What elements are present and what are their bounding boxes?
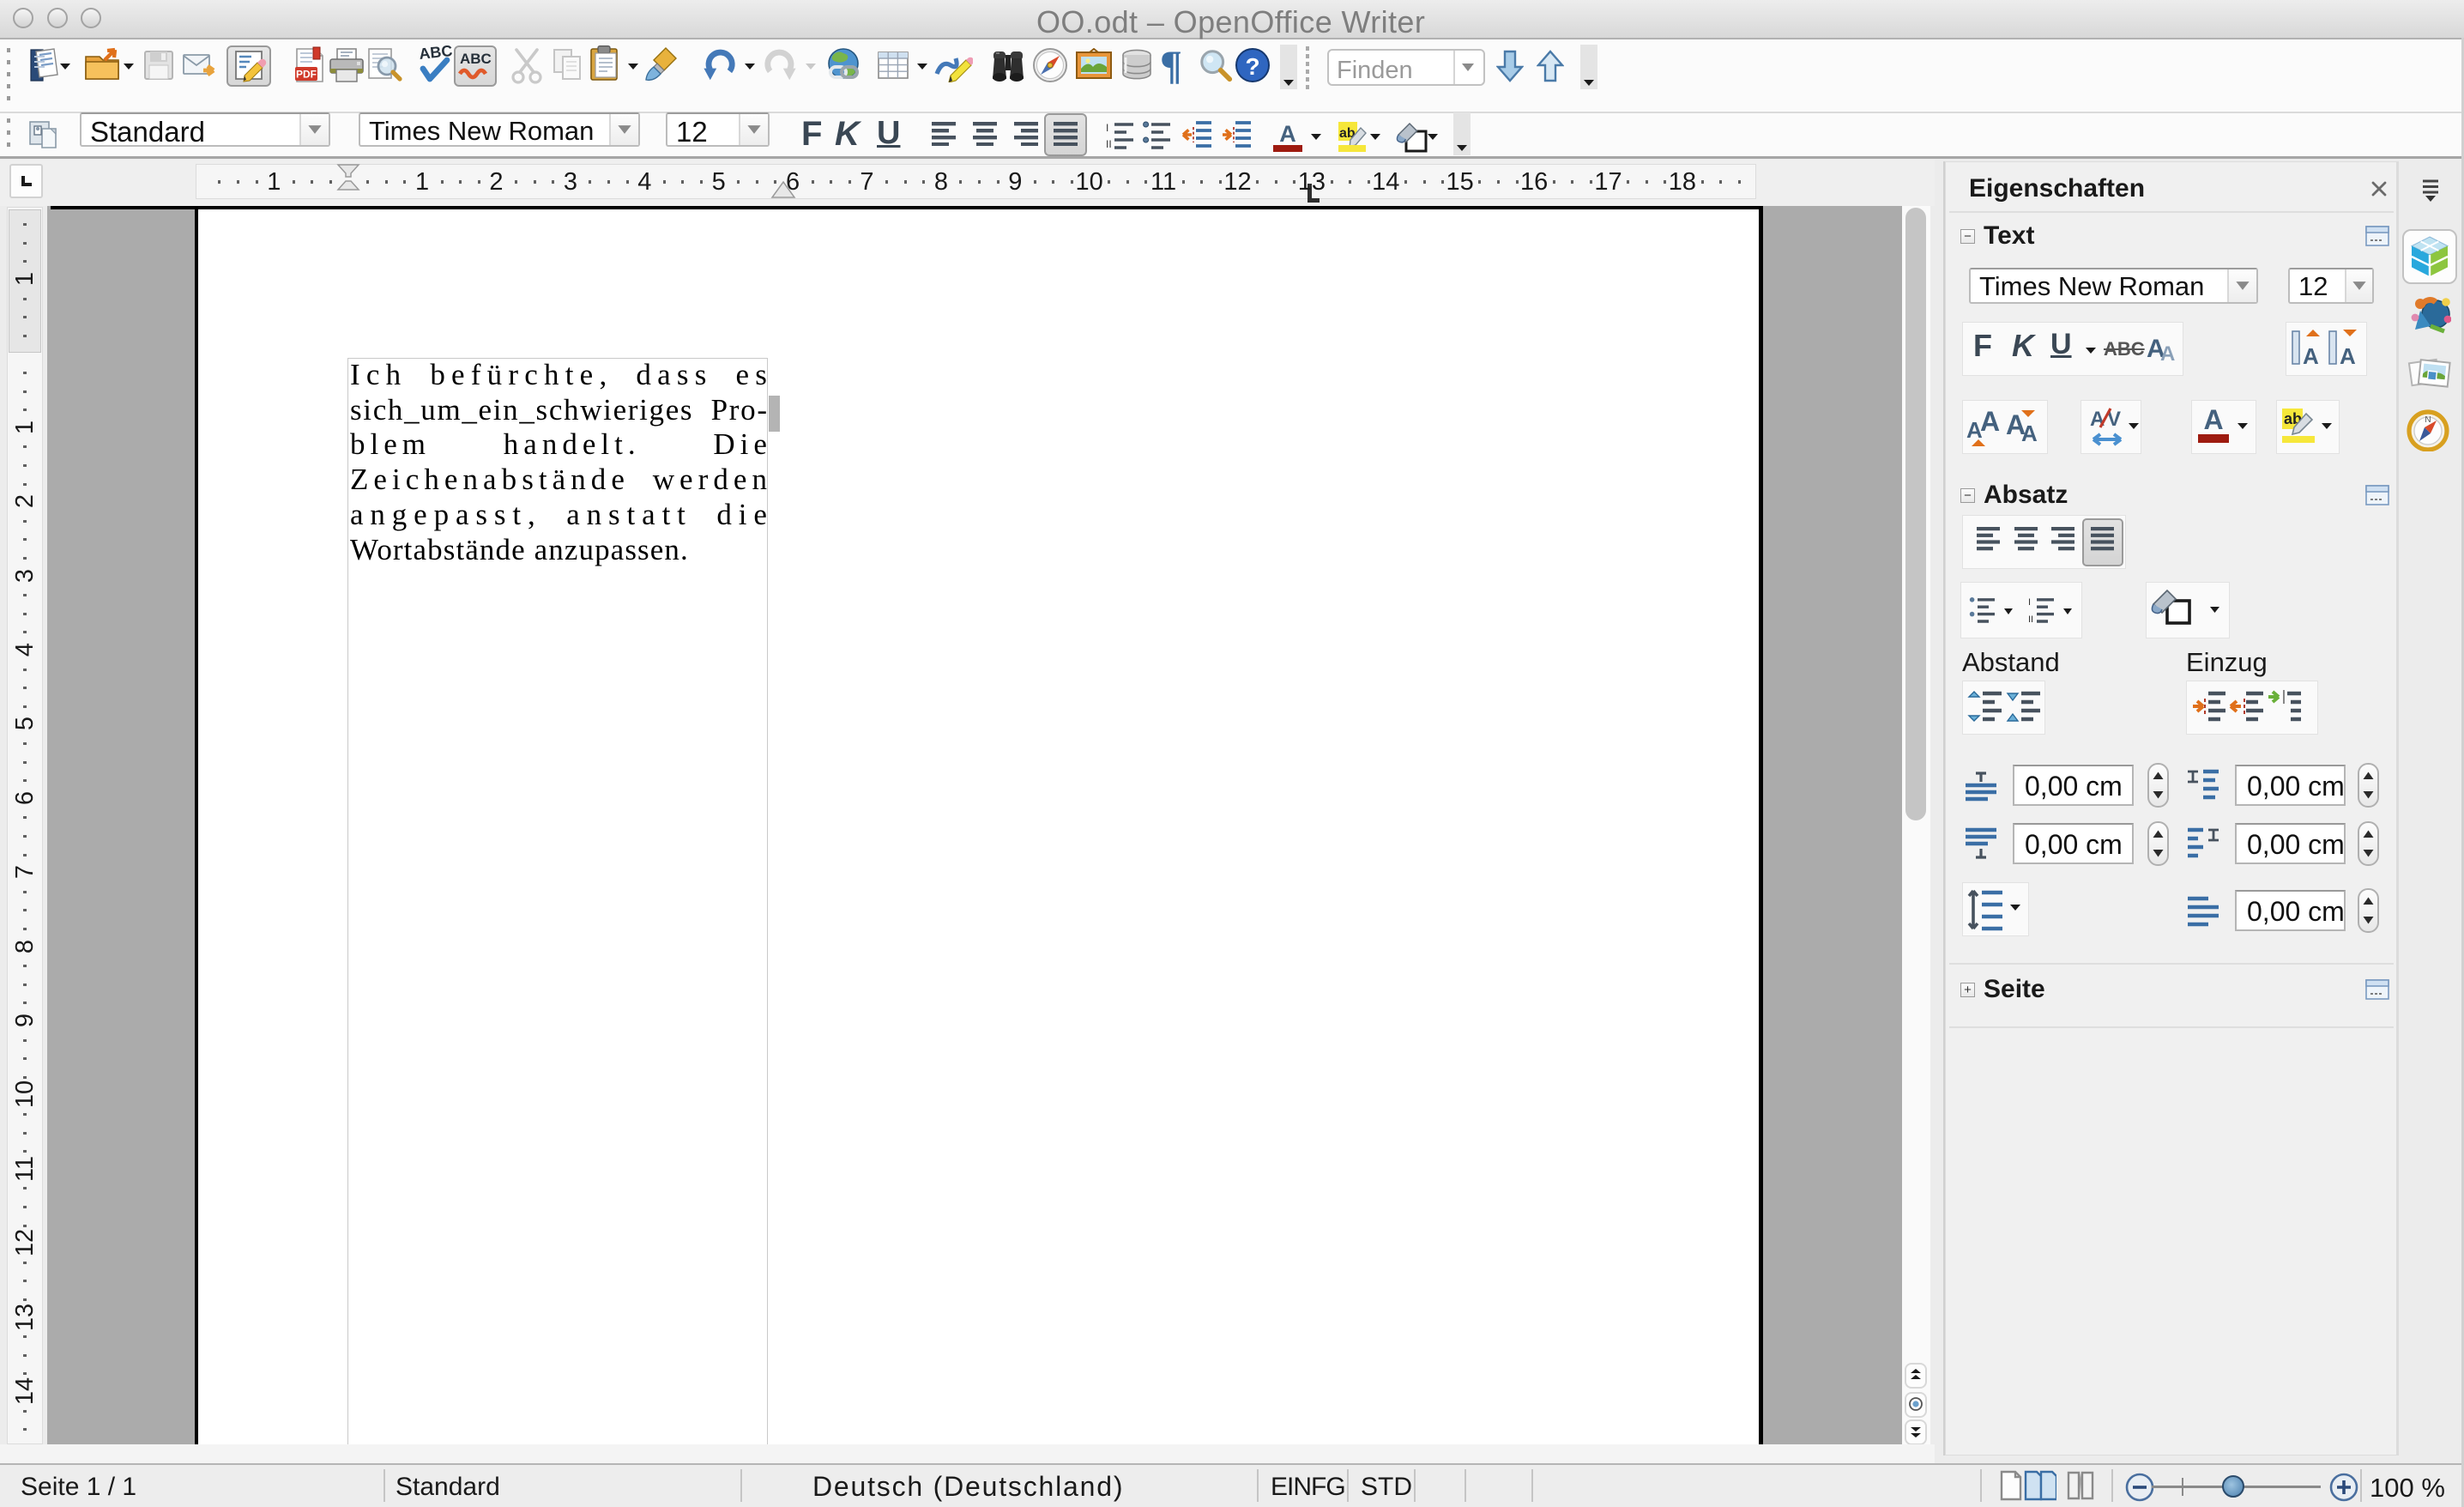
svg-text:A: A (2203, 404, 2223, 435)
svg-text:A: A (1279, 121, 1296, 147)
svg-text:A: A (2340, 343, 2356, 369)
svg-text:?: ? (1245, 53, 1259, 80)
svg-text:I: I (2028, 597, 2031, 608)
svg-text:ABC: ABC (460, 51, 492, 67)
svg-text:¶: ¶ (1160, 46, 1182, 84)
svg-text:A: A (2303, 343, 2319, 369)
svg-text:N: N (2425, 415, 2431, 425)
svg-text:II: II (1106, 138, 1112, 150)
svg-text:II: II (2028, 614, 2033, 625)
svg-text:A: A (2090, 408, 2105, 431)
svg-text:A: A (2160, 342, 2175, 364)
svg-text:I: I (1106, 122, 1108, 134)
svg-text:A: A (1980, 407, 2000, 437)
svg-text:PDF: PDF (296, 69, 317, 81)
svg-text:A: A (2021, 421, 2038, 446)
